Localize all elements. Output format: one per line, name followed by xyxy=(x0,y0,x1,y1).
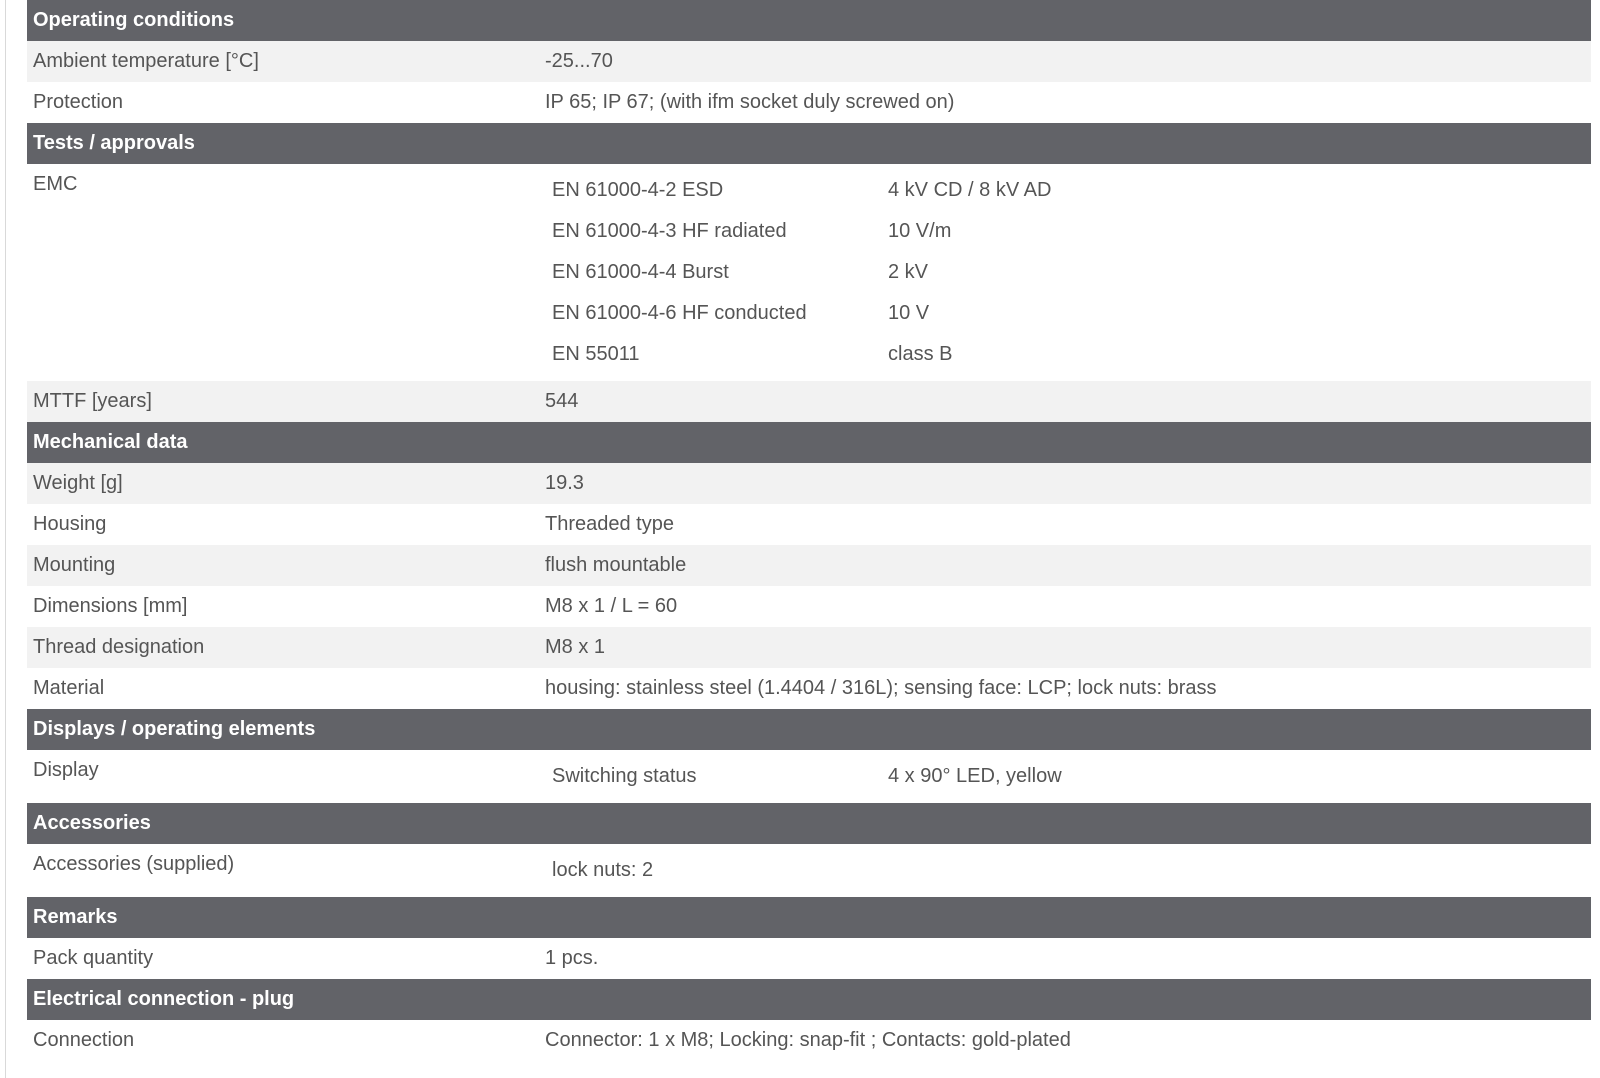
emc-subrow: EN 61000-4-4 Burst 2 kV xyxy=(545,252,1051,293)
spec-label: Material xyxy=(33,677,105,699)
accessories-value: lock nuts: 2 xyxy=(552,859,654,881)
spec-row: Material housing: stainless steel (1.440… xyxy=(27,668,1591,709)
spec-row-display: Display Switching status 4 x 90° LED, ye… xyxy=(27,750,1591,803)
emc-subrow: EN 61000-4-6 HF conducted 10 V xyxy=(545,293,1051,334)
spec-label: Protection xyxy=(33,91,124,113)
spec-label: Housing xyxy=(33,513,107,535)
emc-subrow: EN 61000-4-3 HF radiated 10 V/m xyxy=(545,211,1051,252)
spec-value: IP 65; IP 67; (with ifm socket duly scre… xyxy=(545,91,955,113)
spec-label: MTTF [years] xyxy=(33,390,152,412)
spec-label: Thread designation xyxy=(33,636,205,658)
spec-label: Pack quantity xyxy=(33,947,154,969)
section-header-operating-conditions: Operating conditions xyxy=(27,0,1591,41)
spec-table: Operating conditions Ambient temperature… xyxy=(27,0,1591,1061)
spec-label: EMC xyxy=(33,173,78,195)
spec-label: Weight [g] xyxy=(33,472,123,494)
accessories-subrow: lock nuts: 2 xyxy=(545,850,888,891)
section-header-displays-operating-elements: Displays / operating elements xyxy=(27,709,1591,750)
emc-subrow: EN 55011 class B xyxy=(545,334,1051,375)
spec-row: Weight [g] 19.3 xyxy=(27,463,1591,504)
display-subrow: Switching status 4 x 90° LED, yellow xyxy=(545,756,1062,797)
emc-subrow: EN 61000-4-2 ESD 4 kV CD / 8 kV AD xyxy=(545,170,1051,211)
spec-value: -25...70 xyxy=(545,50,613,72)
spec-row: Thread designation M8 x 1 xyxy=(27,627,1591,668)
spec-row: Mounting flush mountable xyxy=(27,545,1591,586)
spec-value: 19.3 xyxy=(545,472,584,494)
spec-label: Connection xyxy=(33,1029,135,1051)
spec-value: housing: stainless steel (1.4404 / 316L)… xyxy=(545,677,1217,699)
spec-page: Operating conditions Ambient temperature… xyxy=(0,0,1600,1078)
spec-row: Dimensions [mm] M8 x 1 / L = 60 xyxy=(27,586,1591,627)
spec-label: Accessories (supplied) xyxy=(33,853,235,875)
spec-value: Threaded type xyxy=(545,513,674,535)
spec-value: M8 x 1 xyxy=(545,636,606,658)
spec-label: Dimensions [mm] xyxy=(33,595,188,617)
accessories-subtable: lock nuts: 2 xyxy=(545,844,888,897)
emc-standard: EN 61000-4-2 ESD xyxy=(552,179,724,201)
display-item: Switching status xyxy=(552,765,697,787)
emc-value: 4 kV CD / 8 kV AD xyxy=(888,179,1052,201)
emc-standard: EN 61000-4-4 Burst xyxy=(552,261,729,283)
spec-value: flush mountable xyxy=(545,554,687,576)
spec-value: Connector: 1 x M8; Locking: snap-fit ; C… xyxy=(545,1029,1071,1051)
section-header-tests-approvals: Tests / approvals xyxy=(27,123,1591,164)
spec-row: MTTF [years] 544 xyxy=(27,381,1591,422)
emc-subtable: EN 61000-4-2 ESD 4 kV CD / 8 kV AD EN 61… xyxy=(545,164,1051,381)
spec-row-emc: EMC EN 61000-4-2 ESD 4 kV CD / 8 kV AD E… xyxy=(27,164,1591,381)
spec-label: Ambient temperature [°C] xyxy=(33,50,259,72)
emc-value: 10 V/m xyxy=(888,220,952,242)
display-subtable: Switching status 4 x 90° LED, yellow xyxy=(545,750,1062,803)
spec-value: 1 pcs. xyxy=(545,947,599,969)
spec-row: Pack quantity 1 pcs. xyxy=(27,938,1591,979)
section-header-accessories: Accessories xyxy=(27,803,1591,844)
spec-label: Mounting xyxy=(33,554,116,576)
display-value: 4 x 90° LED, yellow xyxy=(888,765,1062,787)
spec-value: M8 x 1 / L = 60 xyxy=(545,595,678,617)
section-header-mechanical-data: Mechanical data xyxy=(27,422,1591,463)
spec-row: Ambient temperature [°C] -25...70 xyxy=(27,41,1591,82)
spec-row: Housing Threaded type xyxy=(27,504,1591,545)
section-header-remarks: Remarks xyxy=(27,897,1591,938)
left-border xyxy=(5,0,6,1078)
emc-value: 10 V xyxy=(888,302,930,324)
emc-standard: EN 61000-4-3 HF radiated xyxy=(552,220,787,242)
emc-value: 2 kV xyxy=(888,261,929,283)
spec-row: Connection Connector: 1 x M8; Locking: s… xyxy=(27,1020,1591,1061)
emc-standard: EN 61000-4-6 HF conducted xyxy=(552,302,807,324)
spec-value: 544 xyxy=(545,390,579,412)
spec-label: Display xyxy=(33,759,99,781)
emc-standard: EN 55011 xyxy=(552,343,640,365)
emc-value: class B xyxy=(888,343,953,365)
section-header-electrical-connection: Electrical connection - plug xyxy=(27,979,1591,1020)
spec-row: Protection IP 65; IP 67; (with ifm socke… xyxy=(27,82,1591,123)
spec-row-accessories: Accessories (supplied) lock nuts: 2 xyxy=(27,844,1591,897)
